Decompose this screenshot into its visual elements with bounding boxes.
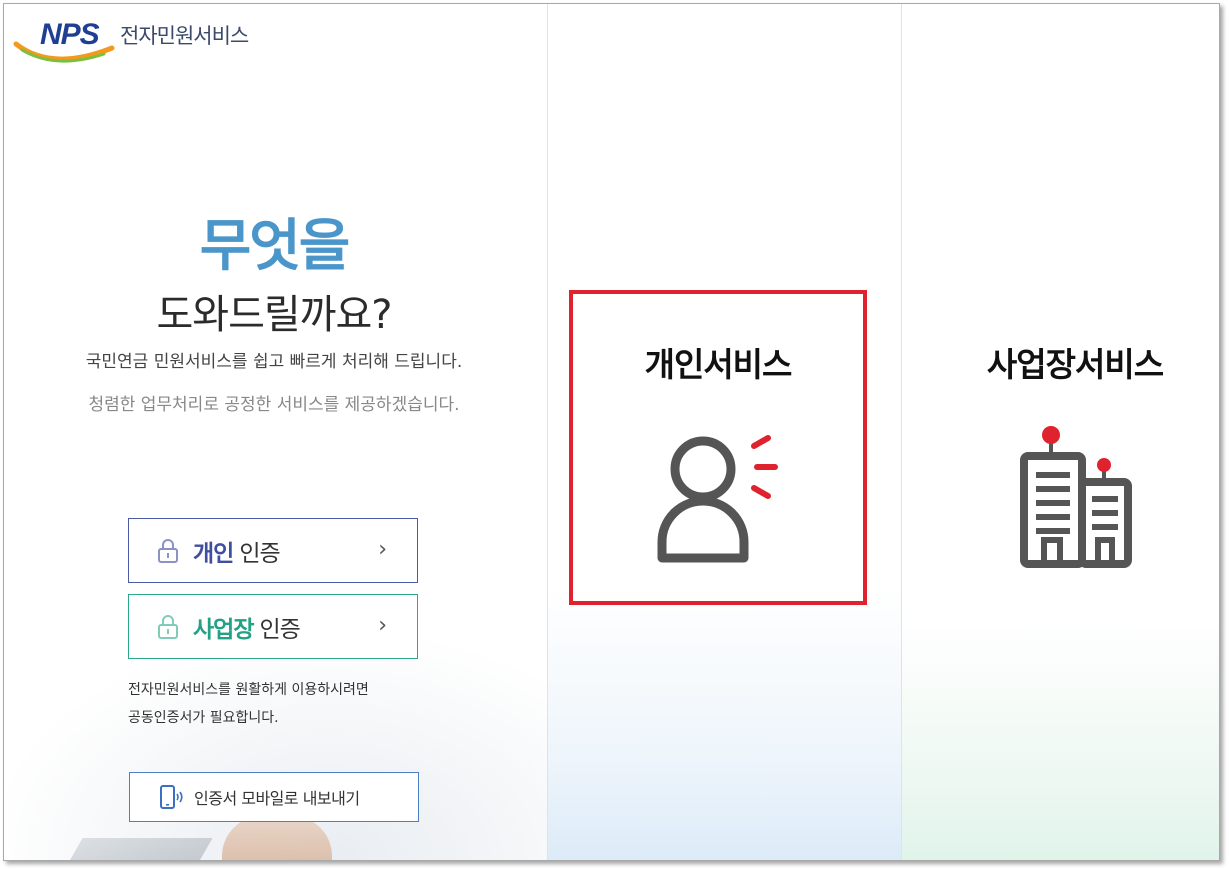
lock-icon [158, 538, 178, 563]
personal-auth-highlight: 개인 [193, 540, 234, 567]
nps-logo[interactable]: NPS 전자민원서비스 [12, 14, 272, 64]
certificate-notice: 전자민원서비스를 원활하게 이용하시려면 공동인증서가 필요합니다. [128, 676, 369, 732]
business-auth-button[interactable]: 사업장 인증 › [128, 594, 418, 659]
business-auth-label: 사업장 인증 [193, 610, 301, 644]
logo-service-name: 전자민원서비스 [120, 24, 249, 48]
personal-auth-button[interactable]: 개인 인증 › [128, 518, 418, 583]
tablet-decoration [65, 838, 213, 860]
notice-line-1: 전자민원서비스를 원활하게 이용하시려면 [128, 682, 369, 698]
headline-secondary: 도와드릴까요? [156, 292, 392, 338]
business-service-panel[interactable]: 사업장서비스 [901, 4, 1219, 860]
export-to-mobile-button[interactable]: 인증서 모바일로 내보내기 [129, 772, 419, 822]
business-service-title: 사업장서비스 [986, 345, 1164, 384]
hand-decoration [222, 816, 332, 860]
personal-auth-rest: 인증 [239, 540, 280, 567]
hero-subdescription: 청렴한 업무처리로 공정한 서비스를 제공하겠습니다. [88, 395, 460, 415]
personal-auth-label: 개인 인증 [193, 534, 281, 568]
notice-line-2: 공동인증서가 필요합니다. [128, 710, 279, 726]
business-auth-highlight: 사업장 [193, 616, 254, 643]
building-icon [1020, 426, 1132, 568]
chevron-right-icon: › [378, 613, 387, 638]
mobile-phone-icon [160, 785, 183, 809]
export-button-label: 인증서 모바일로 내보내기 [194, 789, 360, 808]
lock-icon [158, 614, 178, 639]
person-icon [657, 435, 778, 563]
logo-brand: NPS [40, 18, 100, 51]
headline-primary: 무엇을 [199, 214, 351, 279]
page-frame: NPS 전자민원서비스 무엇을 도와드릴까요? 국민연금 민원서비스를 쉽고 빠… [3, 3, 1220, 861]
left-panel: NPS 전자민원서비스 무엇을 도와드릴까요? 국민연금 민원서비스를 쉽고 빠… [4, 4, 547, 860]
business-auth-rest: 인증 [259, 616, 300, 643]
personal-service-title: 개인서비스 [644, 345, 793, 384]
chevron-right-icon: › [378, 537, 387, 562]
personal-service-panel[interactable]: 개인서비스 [547, 4, 902, 860]
hero-description: 국민연금 민원서비스를 쉽고 빠르게 처리해 드립니다. [85, 352, 463, 372]
